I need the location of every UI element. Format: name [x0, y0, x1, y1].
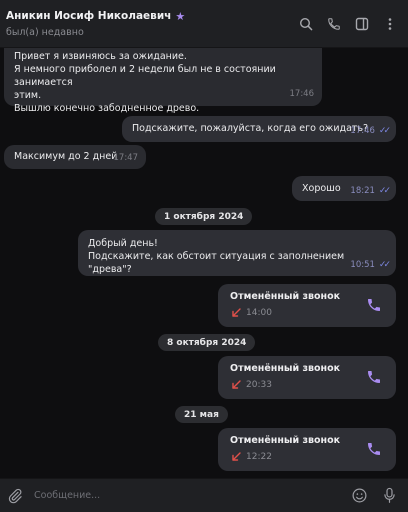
message-incoming[interactable]: Привет я извиняюсь за ожидание. Я немног…	[4, 48, 322, 114]
chat-title-block[interactable]: Аникин Иосиф Николаевич ★ был(а) недавно	[6, 10, 298, 38]
message-time: 17:47	[113, 153, 139, 163]
read-ticks-icon: ✓✓	[378, 126, 391, 136]
call-title: Отменённый звонок	[230, 435, 341, 446]
phone-icon[interactable]	[366, 297, 382, 313]
contact-status: был(а) недавно	[6, 26, 84, 38]
phone-icon[interactable]	[366, 369, 382, 385]
attach-icon[interactable]	[6, 487, 24, 505]
phone-icon[interactable]	[326, 16, 342, 32]
microphone-icon[interactable]	[380, 487, 398, 505]
missed-call-arrow-icon	[232, 380, 241, 389]
message-input[interactable]	[34, 490, 350, 501]
message-line: Я немного приболел и 2 недели был не в с…	[14, 64, 276, 88]
emoji-icon[interactable]	[350, 487, 368, 505]
call-title: Отменённый звонок	[230, 363, 341, 374]
message-outgoing[interactable]: Подскажите, пожалуйста, когда его ожидат…	[122, 116, 396, 142]
star-icon: ★	[175, 9, 186, 23]
message-outgoing[interactable]: Хорошо 18:21 ✓✓	[292, 176, 396, 201]
call-message[interactable]: Отменённый звонок 12:22	[218, 428, 396, 471]
message-time: 17:46	[289, 89, 315, 99]
date-separator: 21 мая	[175, 406, 228, 423]
chat-header[interactable]: Аникин Иосиф Николаевич ★ был(а) недавно	[0, 0, 408, 48]
more-vert-icon[interactable]	[382, 16, 398, 32]
message-time: 10:51	[350, 260, 375, 270]
search-icon[interactable]	[298, 16, 314, 32]
phone-icon[interactable]	[366, 441, 382, 457]
message-time: 17:46	[350, 126, 375, 136]
call-time: 20:33	[246, 380, 272, 390]
date-separator: 1 октября 2024	[155, 208, 253, 225]
message-text: Подскажите, пожалуйста, когда его ожидат…	[132, 123, 369, 134]
call-time: 14:00	[246, 308, 272, 318]
date-separator: 8 октября 2024	[158, 334, 256, 351]
message-line: Подскажите, как обстоит ситуация с запол…	[88, 251, 345, 275]
call-time: 12:22	[246, 452, 272, 462]
call-message[interactable]: Отменённый звонок 14:00	[218, 284, 396, 327]
contact-name: Аникин Иосиф Николаевич	[6, 10, 172, 22]
message-incoming[interactable]: Максимум до 2 дней 17:47	[4, 145, 146, 169]
read-ticks-icon: ✓✓	[378, 186, 391, 196]
call-title: Отменённый звонок	[230, 291, 341, 302]
message-composer	[0, 478, 408, 512]
message-text: Хорошо	[302, 183, 341, 194]
message-line: этим.	[14, 90, 42, 101]
message-text: Максимум до 2 дней	[14, 151, 118, 162]
sidebar-toggle-icon[interactable]	[354, 16, 370, 32]
message-list[interactable]: Привет я извиняюсь за ожидание. Я немног…	[0, 48, 408, 478]
message-time: 18:21	[350, 186, 375, 196]
missed-call-arrow-icon	[232, 308, 241, 317]
contact-name-row: Аникин Иосиф Николаевич ★	[6, 10, 298, 23]
message-line: Привет я извиняюсь за ожидание.	[14, 51, 187, 62]
message-line: Добрый день!	[88, 238, 158, 249]
call-message[interactable]: Отменённый звонок 20:33	[218, 356, 396, 399]
read-ticks-icon: ✓✓	[378, 260, 391, 270]
message-line: Вышлю конечно забодненное древо.	[14, 103, 200, 114]
missed-call-arrow-icon	[232, 452, 241, 461]
message-outgoing[interactable]: Добрый день! Подскажите, как обстоит сит…	[78, 230, 396, 276]
